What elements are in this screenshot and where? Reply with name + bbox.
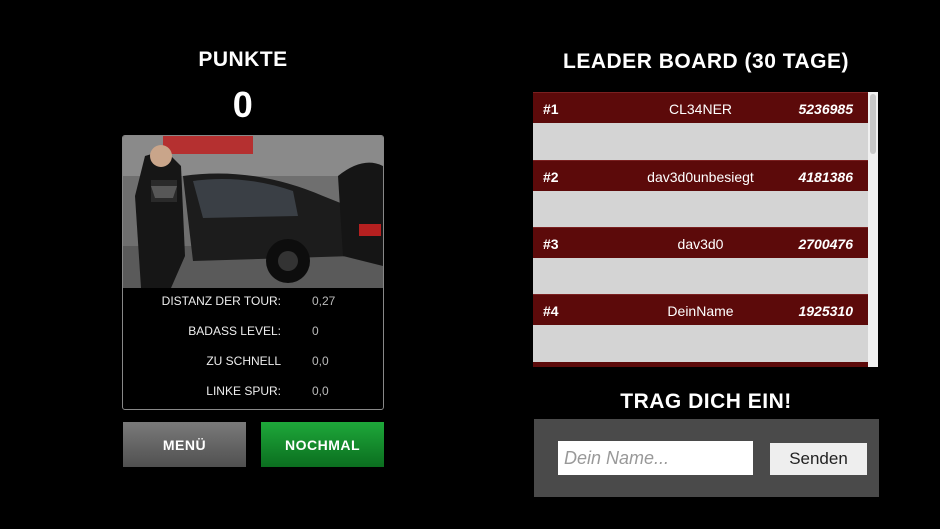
stat-label: LINKE SPUR: <box>206 384 281 398</box>
leaderboard-title: LEADER BOARD (30 TAGE) <box>563 50 849 73</box>
leaderboard-entry-header: dav3d0 #3 2700476 <box>533 227 868 258</box>
leaderboard-entry-header: DeinName #4 1925310 <box>533 294 868 325</box>
leaderboard-entry: dav3d0unbesiegt #2 4181386 <box>533 160 868 228</box>
name-input[interactable] <box>558 441 753 475</box>
stat-row-badass-level: BADASS LEVEL: 0 <box>123 324 383 344</box>
stat-label: BADASS LEVEL: <box>188 324 281 338</box>
leaderboard-scrollbar[interactable] <box>868 92 878 367</box>
score-title: PUNKTE <box>198 48 288 71</box>
crash-photo <box>123 136 383 288</box>
leaderboard-entry: DeinName #4 1925310 <box>533 294 868 362</box>
scrollbar-thumb[interactable] <box>870 94 876 154</box>
rank: #1 <box>543 101 559 117</box>
leaderboard-list: CL34NER #1 5236985 dav3d0unbesiegt #2 41… <box>533 92 868 367</box>
score-value: 0 <box>232 84 254 125</box>
entry-form-title: TRAG DICH EIN! <box>620 390 792 413</box>
play-again-button[interactable]: NOCHMAL <box>261 422 384 467</box>
stat-row-distance: DISTANZ DER TOUR: 0,27 <box>123 294 383 314</box>
stats-card: DISTANZ DER TOUR: 0,27 BADASS LEVEL: 0 Z… <box>122 135 384 410</box>
stat-value: 0,0 <box>312 354 329 368</box>
player-score: 1925310 <box>798 303 853 319</box>
stat-value: 0 <box>312 324 319 338</box>
rank: #4 <box>543 303 559 319</box>
rank: #2 <box>543 169 559 185</box>
rank: #3 <box>543 236 559 252</box>
leaderboard-entry-header: CL34NER #1 5236985 <box>533 92 868 123</box>
menu-button[interactable]: MENÜ <box>123 422 246 467</box>
stat-label: DISTANZ DER TOUR: <box>161 294 281 308</box>
entry-form: Senden <box>534 419 879 497</box>
player-score: 4181386 <box>798 169 853 185</box>
leaderboard-entry: dav3d0 #3 2700476 <box>533 227 868 295</box>
stat-value: 0,27 <box>312 294 336 308</box>
stat-label: ZU SCHNELL <box>206 354 281 368</box>
leaderboard[interactable]: CL34NER #1 5236985 dav3d0unbesiegt #2 41… <box>533 92 878 367</box>
player-score: 2700476 <box>798 236 853 252</box>
stat-row-left-lane: LINKE SPUR: 0,0 <box>123 384 383 404</box>
stat-row-speeding: ZU SCHNELL 0,0 <box>123 354 383 374</box>
leaderboard-entry: CL34NER #1 5236985 <box>533 92 868 160</box>
stat-value: 0,0 <box>312 384 329 398</box>
leaderboard-entry-header: dav3d0unbesiegt #2 4181386 <box>533 160 868 191</box>
send-button[interactable]: Senden <box>770 443 867 475</box>
player-score: 5236985 <box>798 101 853 117</box>
leaderboard-next-entry-edge <box>533 362 868 367</box>
